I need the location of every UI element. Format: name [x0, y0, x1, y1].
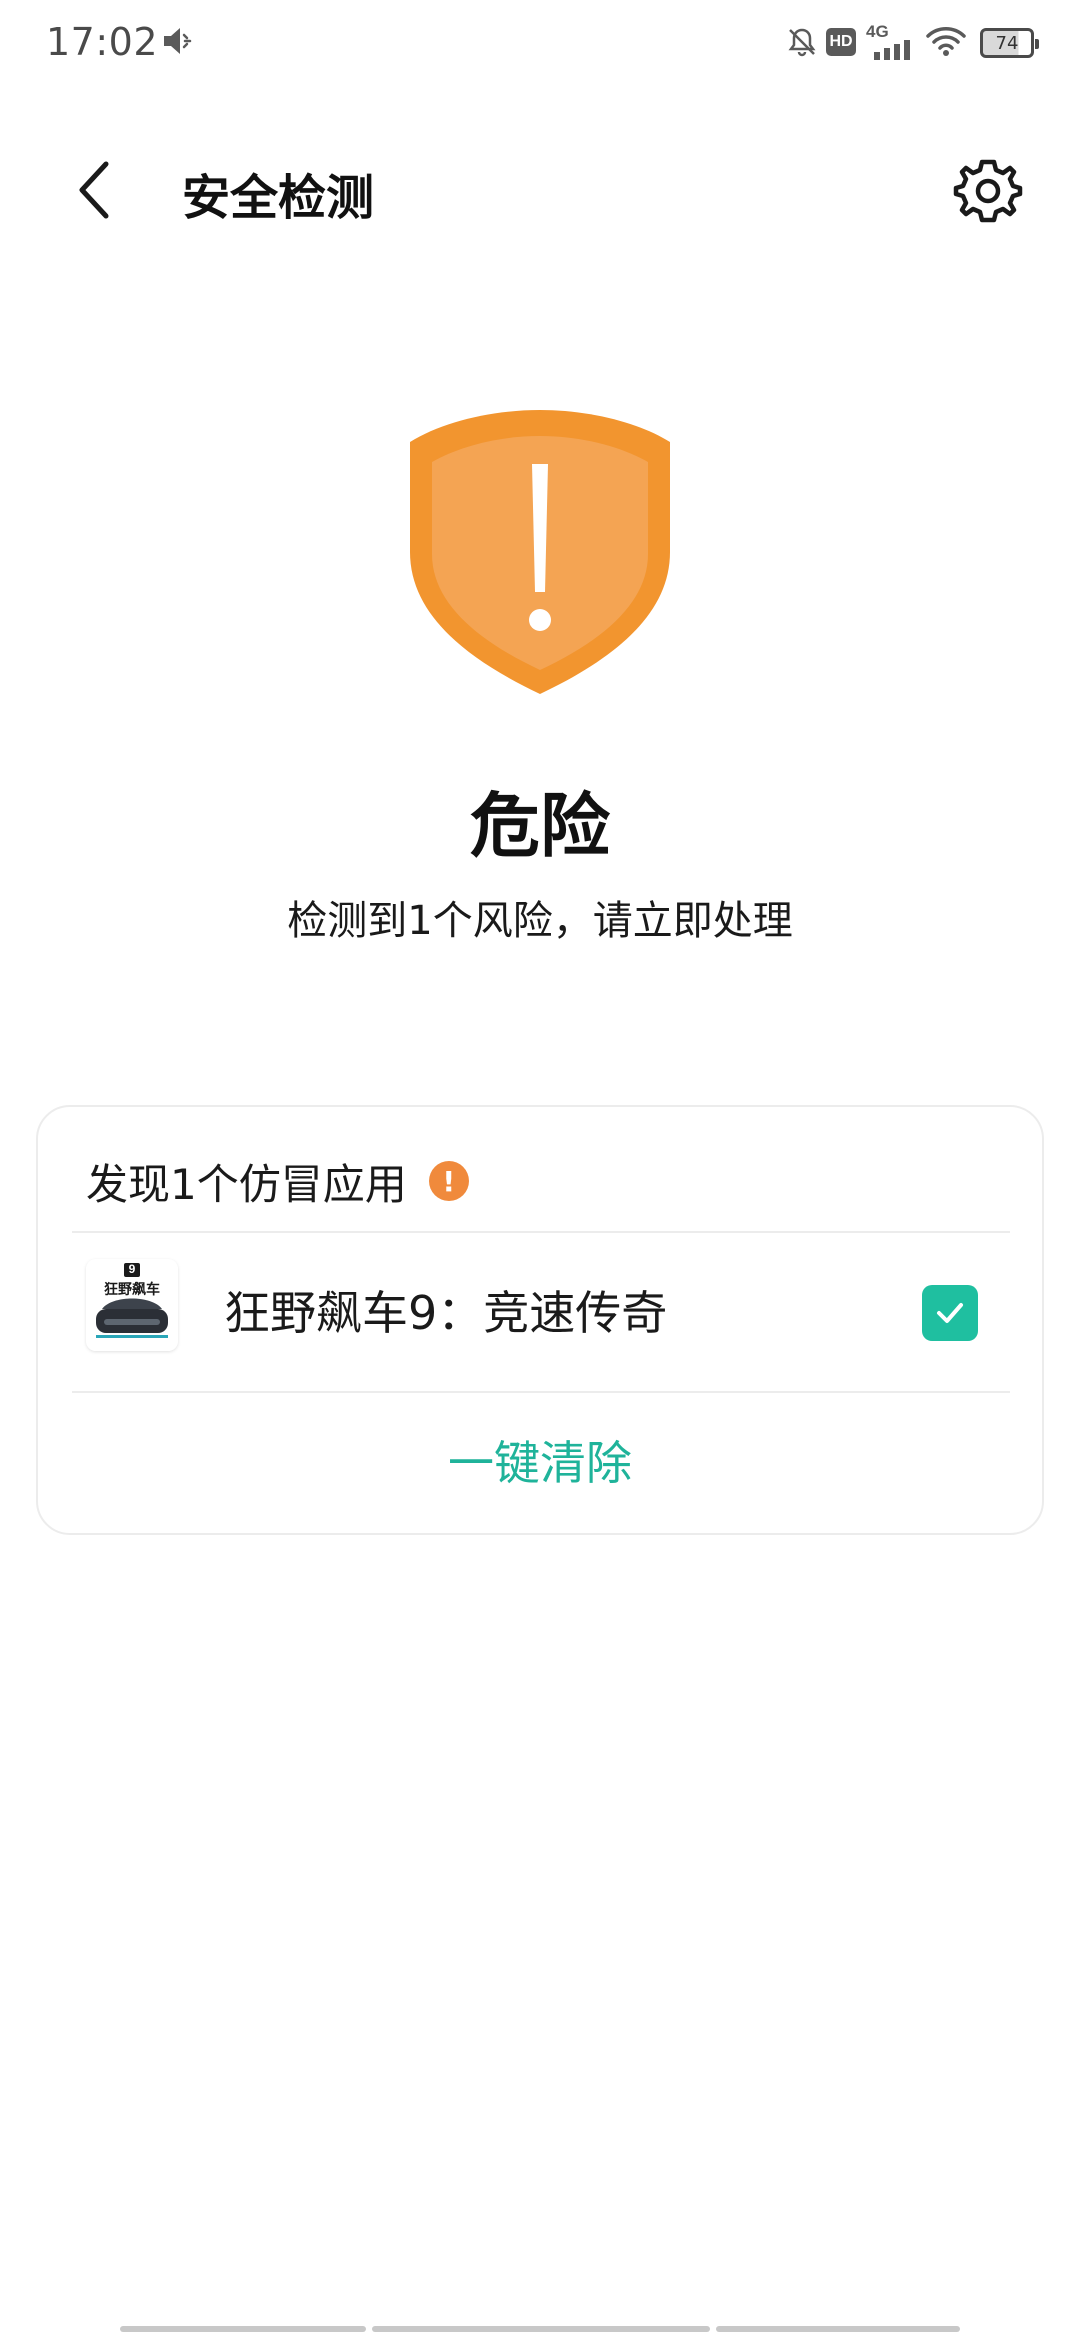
- status-description: 检测到1个风险，请立即处理: [287, 898, 793, 944]
- status-time: 17:02: [46, 20, 159, 64]
- back-arrow-icon: [79, 161, 109, 219]
- one-key-clear-button[interactable]: 一键清除: [38, 1427, 1042, 1493]
- page-title: 安全检测: [182, 170, 375, 226]
- nav-bar-segment-middle[interactable]: [372, 2326, 710, 2332]
- gear-icon: [953, 159, 1023, 223]
- app-icon-badge: 9: [128, 1262, 136, 1276]
- battery-icon: 74: [980, 28, 1039, 58]
- card-title: 发现1个仿冒应用: [86, 1159, 407, 1209]
- app-checkbox[interactable]: [922, 1285, 978, 1341]
- nav-bar-segment-right[interactable]: [716, 2326, 960, 2332]
- security-scan-page: 17:02 HD 4G 74 安全检测 危险 检测到1个风险，请立即处理 发现1…: [0, 0, 1080, 2340]
- hd-icon: HD: [826, 28, 856, 56]
- wifi-icon: [926, 27, 966, 56]
- notification-off-icon: [788, 28, 816, 57]
- volume-icon: [164, 28, 192, 54]
- check-icon: [937, 1303, 963, 1323]
- divider: [72, 1391, 1010, 1393]
- battery-level: 74: [995, 32, 1019, 54]
- hd-label: HD: [829, 33, 853, 50]
- warning-badge-icon: !: [428, 1161, 469, 1201]
- app-icon-text: 狂野飙车: [104, 1282, 160, 1298]
- signal-icon: 4G: [866, 22, 914, 62]
- warning-badge-label: !: [442, 1164, 456, 1198]
- list-item[interactable]: 9 狂野飙车 狂野飙车9：竞速传奇: [38, 1231, 1042, 1391]
- app-icon: 9 狂野飙车: [86, 1259, 178, 1351]
- app-name: 狂野飙车9：竞速传奇: [224, 1286, 668, 1340]
- header: 安全检测: [0, 140, 1080, 240]
- status-title: 危险: [470, 785, 610, 867]
- risk-card: 发现1个仿冒应用 ! 9 狂野飙车 狂野飙车9：竞速传奇 一键清除: [36, 1105, 1044, 1535]
- back-button[interactable]: [62, 152, 132, 228]
- card-header: 发现1个仿冒应用 !: [86, 1151, 469, 1211]
- nav-bar-segment-left[interactable]: [120, 2326, 366, 2332]
- settings-button[interactable]: [948, 150, 1028, 230]
- status-bar: 17:02 HD 4G 74: [0, 0, 1080, 84]
- warning-shield-icon: [410, 410, 670, 694]
